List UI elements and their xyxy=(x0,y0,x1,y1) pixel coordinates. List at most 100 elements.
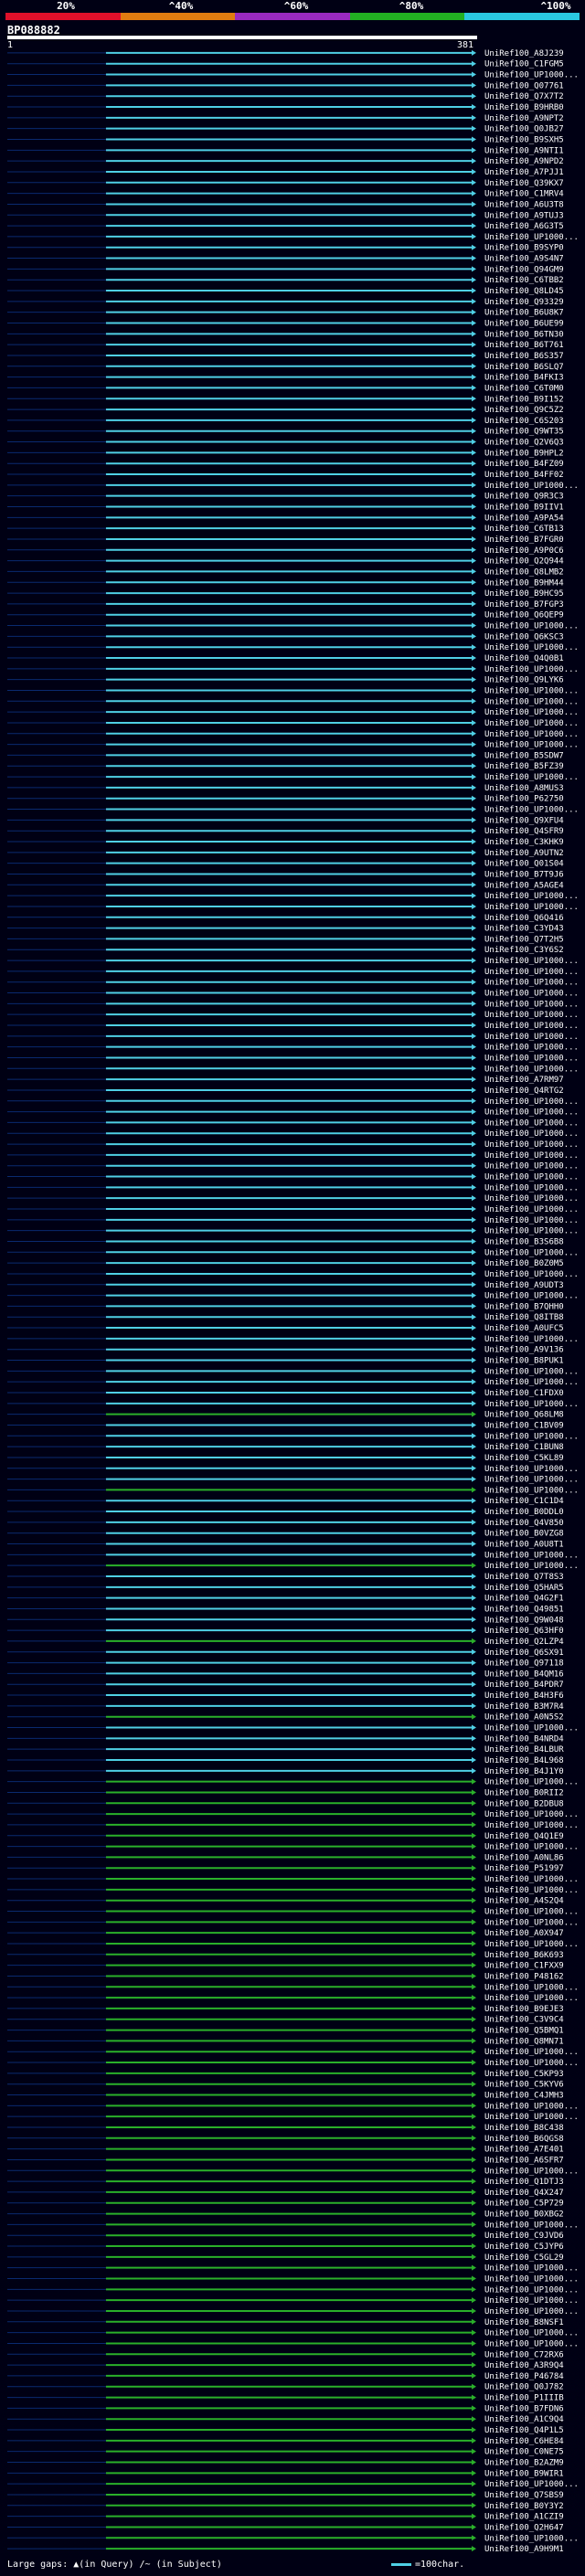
hit-label[interactable]: UniRef100_UP1000... xyxy=(484,665,579,674)
hit-label[interactable]: UniRef100_A7E401 xyxy=(484,2146,564,2155)
hit-label[interactable]: UniRef100_UP1000... xyxy=(484,1183,579,1193)
hit-label[interactable]: UniRef100_UP1000... xyxy=(484,730,579,739)
hit-label[interactable]: UniRef100_Q4SFR9 xyxy=(484,827,564,836)
hit-label[interactable]: UniRef100_UP1000... xyxy=(484,1886,579,1895)
hit-label[interactable]: UniRef100_UP1000... xyxy=(484,1335,579,1344)
hit-label[interactable]: UniRef100_UP1000... xyxy=(484,1562,579,1571)
hit-label[interactable]: UniRef100_Q6Q416 xyxy=(484,914,564,923)
hit-label[interactable]: UniRef100_A9NPT2 xyxy=(484,114,564,123)
hit-label[interactable]: UniRef100_B4H3F6 xyxy=(484,1691,564,1701)
hit-label[interactable]: UniRef100_UP1000... xyxy=(484,2480,579,2489)
hit-label[interactable]: UniRef100_B4LBUR xyxy=(484,1745,564,1754)
hit-label[interactable]: UniRef100_UP1000... xyxy=(484,2275,579,2284)
hit-label[interactable]: UniRef100_P48162 xyxy=(484,1972,564,1981)
hit-label[interactable]: UniRef100_A0NL86 xyxy=(484,1853,564,1862)
hit-label[interactable]: UniRef100_UP1000... xyxy=(484,806,579,815)
hit-label[interactable]: UniRef100_C1BV09 xyxy=(484,1421,564,1430)
hit-label[interactable]: UniRef100_B2DBU8 xyxy=(484,1799,564,1808)
hit-label[interactable]: UniRef100_C5KYV6 xyxy=(484,2081,564,2090)
hit-label[interactable]: UniRef100_UP1000... xyxy=(484,1097,579,1107)
hit-label[interactable]: UniRef100_Q01S04 xyxy=(484,860,564,869)
hit-label[interactable]: UniRef100_UP1000... xyxy=(484,1129,579,1139)
hit-label[interactable]: UniRef100_Q63HF0 xyxy=(484,1627,564,1636)
hit-label[interactable]: UniRef100_UP1000... xyxy=(484,1908,579,1917)
hit-label[interactable]: UniRef100_UP1000... xyxy=(484,622,579,631)
hit-label[interactable]: UniRef100_UP1000... xyxy=(484,2534,579,2543)
hit-label[interactable]: UniRef100_A8MUS3 xyxy=(484,784,564,793)
hit-label[interactable]: UniRef100_UP1000... xyxy=(484,1983,579,1992)
hit-label[interactable]: UniRef100_B8C438 xyxy=(484,2124,564,2133)
hit-label[interactable]: UniRef100_B4FF02 xyxy=(484,471,564,480)
hit-label[interactable]: UniRef100_A6G3T5 xyxy=(484,222,564,231)
hit-label[interactable]: UniRef100_C5KP93 xyxy=(484,2070,564,2079)
hit-label[interactable]: UniRef100_Q8MN71 xyxy=(484,2037,564,2046)
hit-label[interactable]: UniRef100_Q8LD45 xyxy=(484,287,564,296)
hit-label[interactable]: UniRef100_A8J239 xyxy=(484,49,564,58)
hit-label[interactable]: UniRef100_C1FXX9 xyxy=(484,1962,564,1971)
hit-label[interactable]: UniRef100_C1MRV4 xyxy=(484,190,564,199)
hit-label[interactable]: UniRef100_B0VZG8 xyxy=(484,1530,564,1539)
hit-label[interactable]: UniRef100_C1BUN8 xyxy=(484,1443,564,1452)
hit-label[interactable]: UniRef100_B7T9J6 xyxy=(484,870,564,879)
hit-label[interactable]: UniRef100_UP1000... xyxy=(484,1140,579,1150)
hit-label[interactable]: UniRef100_A6SFR7 xyxy=(484,2156,564,2165)
hit-label[interactable]: UniRef100_UP1000... xyxy=(484,1194,579,1203)
hit-label[interactable]: UniRef100_Q39KX7 xyxy=(484,179,564,188)
hit-label[interactable]: UniRef100_B7FGP3 xyxy=(484,600,564,610)
hit-label[interactable]: UniRef100_C3Y6S2 xyxy=(484,946,564,955)
hit-label[interactable]: UniRef100_UP1000... xyxy=(484,1248,579,1257)
hit-label[interactable]: UniRef100_A9UDT3 xyxy=(484,1281,564,1290)
hit-label[interactable]: UniRef100_Q0J782 xyxy=(484,2383,564,2392)
hit-label[interactable]: UniRef100_A9UTN2 xyxy=(484,849,564,858)
hit-label[interactable]: UniRef100_C3V9C4 xyxy=(484,2016,564,2025)
hit-label[interactable]: UniRef100_B4PDR7 xyxy=(484,1680,564,1690)
hit-label[interactable]: UniRef100_B4FZ09 xyxy=(484,460,564,469)
hit-label[interactable]: UniRef100_B0RII2 xyxy=(484,1788,564,1797)
hit-label[interactable]: UniRef100_UP1000... xyxy=(484,2113,579,2122)
hit-label[interactable]: UniRef100_UP1000... xyxy=(484,1216,579,1225)
hit-label[interactable]: UniRef100_UP1000... xyxy=(484,1378,579,1387)
hit-label[interactable]: UniRef100_UP1000... xyxy=(484,990,579,999)
hit-label[interactable]: UniRef100_P46784 xyxy=(484,2372,564,2381)
hit-label[interactable]: UniRef100_UP1000... xyxy=(484,1400,579,1409)
hit-label[interactable]: UniRef100_UP1000... xyxy=(484,1918,579,1927)
hit-label[interactable]: UniRef100_Q1DTJ3 xyxy=(484,2178,564,2187)
hit-label[interactable]: UniRef100_A1CZI9 xyxy=(484,2513,564,2522)
hit-label[interactable]: UniRef100_B5FZ39 xyxy=(484,762,564,771)
hit-label[interactable]: UniRef100_A1C9Q4 xyxy=(484,2415,564,2424)
hit-label[interactable]: UniRef100_UP1000... xyxy=(484,1022,579,1031)
hit-label[interactable]: UniRef100_B0Y3Y2 xyxy=(484,2502,564,2511)
hit-label[interactable]: UniRef100_UP1000... xyxy=(484,686,579,695)
hit-label[interactable]: UniRef100_Q4Q1E9 xyxy=(484,1832,564,1841)
hit-label[interactable]: UniRef100_B9HPL2 xyxy=(484,449,564,458)
hit-label[interactable]: UniRef100_UP1000... xyxy=(484,1724,579,1733)
hit-label[interactable]: UniRef100_C3KHK9 xyxy=(484,838,564,847)
hit-label[interactable]: UniRef100_UP1000... xyxy=(484,892,579,901)
hit-label[interactable]: UniRef100_B2AZM9 xyxy=(484,2459,564,2468)
hit-label[interactable]: UniRef100_Q9WT35 xyxy=(484,428,564,437)
hit-label[interactable]: UniRef100_B7FGR0 xyxy=(484,535,564,545)
hit-label[interactable]: UniRef100_P51997 xyxy=(484,1864,564,1873)
hit-label[interactable]: UniRef100_B9IIV1 xyxy=(484,503,564,512)
hit-label[interactable]: UniRef100_UP1000... xyxy=(484,2264,579,2274)
hit-label[interactable]: UniRef100_Q97118 xyxy=(484,1659,564,1669)
hit-label[interactable]: UniRef100_B4L968 xyxy=(484,1756,564,1765)
hit-label[interactable]: UniRef100_UP1000... xyxy=(484,719,579,728)
hit-label[interactable]: UniRef100_B9EJE3 xyxy=(484,2005,564,2014)
hit-label[interactable]: UniRef100_Q4Q0B1 xyxy=(484,654,564,663)
hit-label[interactable]: UniRef100_UP1000... xyxy=(484,979,579,988)
hit-label[interactable]: UniRef100_UP1000... xyxy=(484,2339,579,2348)
hit-label[interactable]: UniRef100_A9NTI1 xyxy=(484,146,564,155)
hit-label[interactable]: UniRef100_UP1000... xyxy=(484,1994,579,2003)
hit-label[interactable]: UniRef100_Q4RTG2 xyxy=(484,1087,564,1096)
hit-label[interactable]: UniRef100_UP1000... xyxy=(484,1476,579,1485)
hit-label[interactable]: UniRef100_UP1000... xyxy=(484,1810,579,1819)
hit-label[interactable]: UniRef100_Q9LYK6 xyxy=(484,676,564,685)
hit-label[interactable]: UniRef100_Q4P1L5 xyxy=(484,2426,564,2435)
hit-label[interactable]: UniRef100_B7QHH0 xyxy=(484,1302,564,1311)
hit-label[interactable]: UniRef100_UP1000... xyxy=(484,1940,579,1949)
hit-label[interactable]: UniRef100_Q4X247 xyxy=(484,2189,564,2198)
hit-label[interactable]: UniRef100_C6TBB2 xyxy=(484,276,564,285)
hit-label[interactable]: UniRef100_Q8LMB2 xyxy=(484,567,564,577)
hit-label[interactable]: UniRef100_P62750 xyxy=(484,795,564,804)
